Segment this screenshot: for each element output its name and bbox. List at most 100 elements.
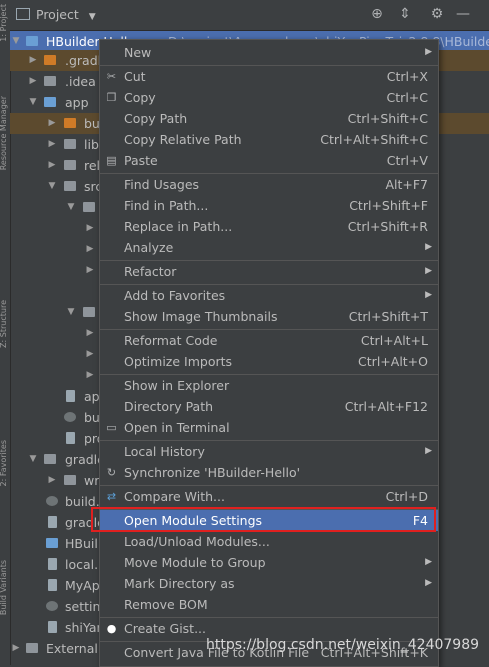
chevron-right-icon[interactable]: ▶: [46, 134, 58, 155]
project-toolbar: Project ▼ ⊕ ⇕ ⚙ —: [10, 0, 489, 31]
gear-icon[interactable]: ⚙: [428, 5, 446, 23]
menu-item-add-to-favorites[interactable]: Add to Favorites ▶: [100, 285, 438, 306]
minimize-icon[interactable]: —: [454, 5, 472, 23]
menu-item-remove-bom[interactable]: Remove BOM: [100, 594, 438, 615]
menu-item-label: Compare With...: [124, 489, 225, 504]
menu-item-new[interactable]: New ▶: [100, 42, 438, 63]
chevron-right-icon[interactable]: ▶: [84, 323, 96, 344]
menu-item-shortcut: Ctrl+Alt+L: [360, 333, 428, 348]
menu-item-find-in-path[interactable]: Find in Path... Ctrl+Shift+F: [100, 195, 438, 216]
submenu-arrow-icon: ▶: [425, 242, 432, 252]
gradle-icon: [46, 496, 58, 506]
menu-item-shortcut: Ctrl+D: [385, 489, 428, 504]
build-variants-tool-tab[interactable]: Build Variants: [0, 560, 8, 615]
menu-item-refactor[interactable]: Refactor ▶: [100, 261, 438, 282]
project-view-selector[interactable]: Project ▼: [16, 7, 96, 22]
menu-item-show-in-explorer[interactable]: Show in Explorer: [100, 375, 438, 396]
resource-manager-tool-tab[interactable]: Resource Manager: [0, 96, 8, 170]
chevron-right-icon[interactable]: ▶: [27, 71, 39, 92]
folder-icon: [44, 55, 56, 65]
menu-item-shortcut: Ctrl+V: [386, 153, 428, 168]
chevron-right-icon[interactable]: ▶: [46, 155, 58, 176]
menu-item-label: Analyze: [124, 240, 174, 255]
menu-item-optimize-imports[interactable]: Optimize Imports Ctrl+Alt+O: [100, 351, 438, 372]
menu-item-load-unload-modules[interactable]: Load/Unload Modules...: [100, 531, 438, 552]
menu-item-label: Find in Path...: [124, 198, 209, 213]
menu-item-label: Create Gist...: [124, 621, 207, 636]
chevron-down-icon[interactable]: ▼: [65, 197, 77, 218]
menu-item-shortcut: Ctrl+Alt+O: [358, 354, 428, 369]
folder-icon: [64, 475, 76, 485]
folder-icon: [83, 307, 95, 317]
chevron-down-icon[interactable]: ▼: [27, 449, 39, 470]
chevron-right-icon[interactable]: ▶: [84, 239, 96, 260]
menu-item-copy[interactable]: ❐ Copy Ctrl+C: [100, 87, 438, 108]
menu-item-cut[interactable]: ✂ Cut Ctrl+X: [100, 66, 438, 87]
folder-icon: [64, 181, 76, 191]
menu-item-label: Show in Explorer: [124, 378, 230, 393]
menu-item-shortcut: Ctrl+Alt+Shift+C: [320, 132, 428, 147]
tree-item-label: bu: [84, 410, 100, 425]
tree-item-label: .idea: [65, 74, 96, 89]
chevron-right-icon[interactable]: ▶: [46, 113, 58, 134]
chevron-right-icon[interactable]: ▶: [10, 638, 22, 659]
menu-item-find-usages[interactable]: Find Usages Alt+F7: [100, 174, 438, 195]
menu-item-label: Local History: [124, 444, 205, 459]
terminal-icon: ▭: [106, 421, 117, 434]
submenu-arrow-icon: ▶: [425, 557, 432, 567]
project-tool-tab[interactable]: 1: Project: [0, 4, 8, 42]
submenu-arrow-icon: ▶: [425, 266, 432, 276]
menu-item-create-gist[interactable]: ● Create Gist...: [100, 618, 438, 639]
tree-item-label: app: [65, 95, 89, 110]
menu-item-label: New: [124, 45, 152, 60]
menu-item-move-module-to-group[interactable]: Move Module to Group ▶: [100, 552, 438, 573]
menu-item-copy-relative-path[interactable]: Copy Relative Path Ctrl+Alt+Shift+C: [100, 129, 438, 150]
chevron-right-icon[interactable]: ▶: [46, 470, 58, 491]
file-icon: [66, 432, 75, 444]
highlight-box: [91, 507, 436, 532]
chevron-down-icon[interactable]: ▼: [46, 176, 58, 197]
favorites-tool-tab[interactable]: 2: Favorites: [0, 440, 8, 486]
menu-item-label: Refactor: [124, 264, 177, 279]
menu-item-directory-path[interactable]: Directory Path Ctrl+Alt+F12: [100, 396, 438, 417]
menu-item-show-image-thumbnails[interactable]: Show Image Thumbnails Ctrl+Shift+T: [100, 306, 438, 327]
menu-item-compare-with[interactable]: ⇄ Compare With... Ctrl+D: [100, 486, 438, 507]
tree-item-label: shiYar: [65, 620, 102, 635]
clipboard-icon: ▤: [106, 154, 117, 167]
chevron-down-icon[interactable]: ▼: [65, 302, 77, 323]
properties-file-icon: [48, 516, 57, 528]
menu-item-replace-in-path[interactable]: Replace in Path... Ctrl+Shift+R: [100, 216, 438, 237]
chevron-right-icon[interactable]: ▶: [84, 365, 96, 386]
structure-tool-tab[interactable]: Z: Structure: [0, 300, 8, 348]
menu-item-synchronize[interactable]: ↻ Synchronize 'HBuilder-Hello': [100, 462, 438, 483]
menu-item-label: Reformat Code: [124, 333, 218, 348]
file-icon: [48, 621, 57, 633]
tree-item-label: HBuil: [65, 536, 98, 551]
folder-icon: [64, 139, 76, 149]
chevron-right-icon[interactable]: ▶: [84, 260, 96, 281]
menu-item-open-in-terminal[interactable]: ▭ Open in Terminal: [100, 417, 438, 438]
target-icon[interactable]: ⊕: [368, 5, 386, 23]
menu-item-label: Remove BOM: [124, 597, 208, 612]
menu-item-shortcut: Ctrl+C: [386, 90, 428, 105]
menu-item-analyze[interactable]: Analyze ▶: [100, 237, 438, 258]
menu-item-paste[interactable]: ▤ Paste Ctrl+V: [100, 150, 438, 171]
menu-item-label: Paste: [124, 153, 158, 168]
collapse-icon[interactable]: ⇕: [396, 5, 414, 23]
menu-item-copy-path[interactable]: Copy Path Ctrl+Shift+C: [100, 108, 438, 129]
menu-item-reformat-code[interactable]: Reformat Code Ctrl+Alt+L: [100, 330, 438, 351]
chevron-right-icon[interactable]: ▶: [27, 50, 39, 71]
tree-item-label: ap: [84, 389, 100, 404]
chevron-right-icon[interactable]: ▶: [84, 218, 96, 239]
menu-item-local-history[interactable]: Local History ▶: [100, 441, 438, 462]
chevron-down-icon[interactable]: ▼: [27, 92, 39, 113]
chevron-down-icon[interactable]: ▼: [10, 31, 22, 52]
submenu-arrow-icon: ▶: [425, 578, 432, 588]
menu-item-shortcut: Ctrl+Shift+F: [349, 198, 428, 213]
menu-item-mark-directory-as[interactable]: Mark Directory as ▶: [100, 573, 438, 594]
menu-item-label: Copy Path: [124, 111, 188, 126]
chevron-down-icon: ▼: [88, 12, 96, 22]
tree-item-label: local.: [65, 557, 99, 572]
chevron-right-icon[interactable]: ▶: [84, 344, 96, 365]
tree-item-label: rel: [84, 158, 101, 173]
